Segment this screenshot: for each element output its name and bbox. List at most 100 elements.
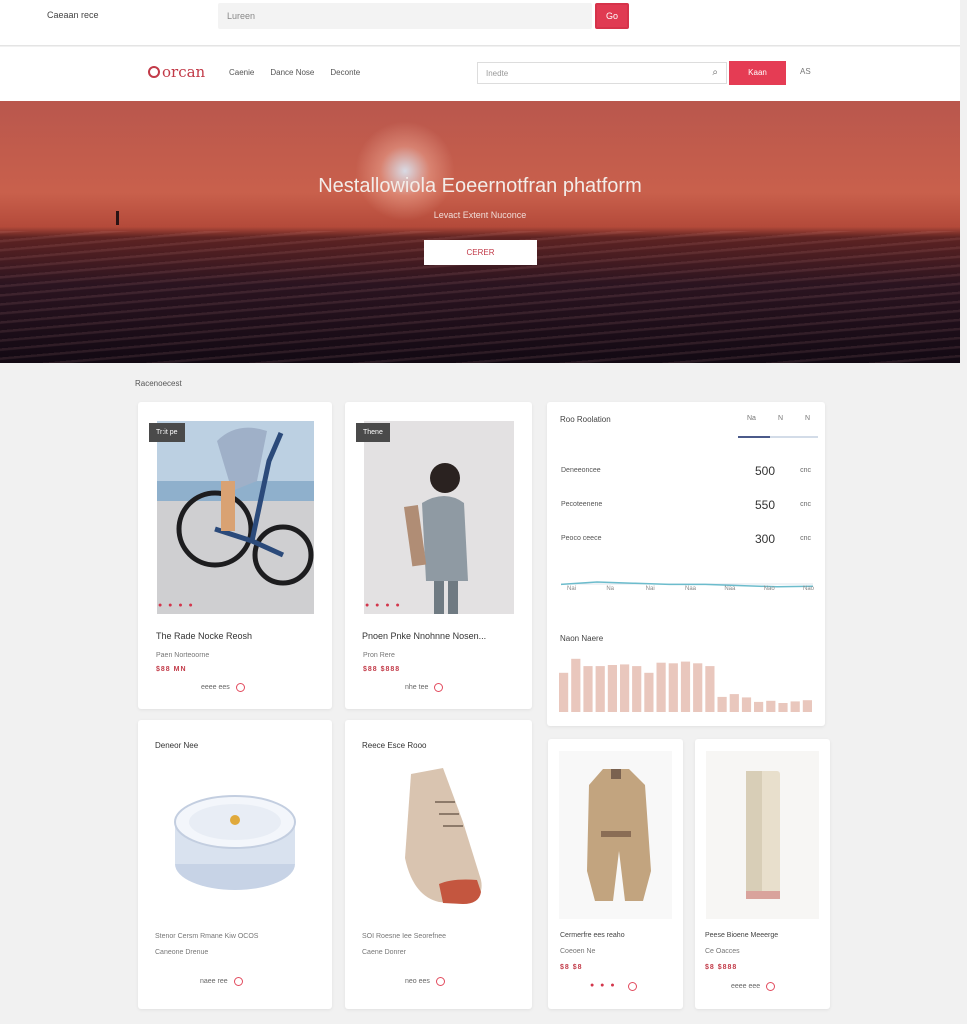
logo-text: orcan <box>162 63 206 81</box>
product-card[interactable]: Deneor Nee Stenor Cersm Rmane Kiw OCOS C… <box>138 720 332 1009</box>
product-action[interactable]: eeee eee <box>731 982 776 991</box>
product-card[interactable]: ✎ Cermerfre ees reaho Coeoen Ne $8 $8 ● … <box>548 739 683 1009</box>
stat-label: Deneeoncee <box>561 467 601 474</box>
nav-link[interactable]: Caenie <box>229 68 254 77</box>
nav-link[interactable]: Deconte <box>330 68 360 77</box>
product-action[interactable]: neo ees <box>405 977 445 986</box>
product-title[interactable]: Reece Esce Rooo <box>362 741 426 750</box>
site-label: Caeaan rece <box>47 10 99 20</box>
add-icon[interactable] <box>628 982 637 991</box>
product-badge: Tr:it pe <box>149 423 185 442</box>
product-image-shoe <box>405 768 482 904</box>
add-icon[interactable] <box>235 683 245 692</box>
bar <box>668 663 678 712</box>
bar <box>620 664 630 712</box>
stat-row: Pecoteenene 550 cnc <box>561 498 811 514</box>
rating-stars: ● ● ● ● <box>365 602 402 609</box>
stats-panel: Roo Roolation Na N N Deneeoncee 500 cnc … <box>547 402 825 726</box>
product-price: $8 $8 <box>560 964 583 971</box>
product-card[interactable]: Reece Esce Rooo SOI Roesne Iee Seorefnee… <box>345 720 532 1009</box>
product-price: $88 MN <box>156 666 187 673</box>
tick-label: Nai <box>645 586 655 592</box>
add-icon[interactable] <box>435 977 445 986</box>
language-selector[interactable]: AS <box>800 67 811 76</box>
product-image-pad <box>174 795 296 890</box>
product-price: $8 $888 <box>705 964 738 971</box>
rating-stars: ● ● ● <box>590 982 617 989</box>
product-card[interactable]: Thene ● ● ● ● Pnoen Pnke Nnohnne Nosen..… <box>345 402 532 709</box>
product-title[interactable]: Peese Bioene Meeerge <box>705 932 778 939</box>
stat-row: Deneeoncee 500 cnc <box>561 464 811 480</box>
hero-button[interactable]: CERER <box>424 240 537 265</box>
bar <box>705 666 715 712</box>
hero-sun <box>355 121 455 221</box>
bar <box>680 661 691 712</box>
logo-mark-icon <box>148 66 160 78</box>
stat-value: 550 <box>754 498 775 512</box>
product-image-bottle <box>706 751 819 919</box>
stat-value: 500 <box>754 464 775 478</box>
stat-value: 300 <box>754 532 775 546</box>
search-input[interactable]: Inedte ⌕ <box>477 62 727 84</box>
nav-link[interactable]: Dance Nose <box>270 68 314 77</box>
section-label: Racenoecest <box>135 379 182 388</box>
stats-tab[interactable]: N <box>778 415 783 422</box>
stats-tabs: Na N N <box>747 415 810 422</box>
tab-underline <box>738 436 818 438</box>
address-bar[interactable]: Lureen <box>218 3 592 29</box>
stat-label: Pecoteenene <box>561 501 603 508</box>
product-card[interactable]: ✎ Peese Bioene Meeerge Ce Oacces $8 $888… <box>695 739 830 1009</box>
product-title[interactable]: Cermerfre ees reaho <box>560 932 625 939</box>
product-title[interactable]: Pnoen Pnke Nnohnne Nosen... <box>362 631 486 641</box>
bar <box>559 672 569 712</box>
product-action[interactable]: eeee ees <box>201 683 245 692</box>
search-icon[interactable]: ⌕ <box>712 67 718 78</box>
bar <box>595 666 605 712</box>
product-card[interactable]: Tr:it pe ● ● ● ● The Rade Nocke Reosh Pa… <box>138 402 332 709</box>
nav-cta-button[interactable]: Kaan <box>729 61 786 85</box>
bar <box>644 672 654 712</box>
bar <box>571 658 581 712</box>
add-icon[interactable] <box>766 982 776 991</box>
go-button[interactable]: Go <box>595 3 629 29</box>
bar <box>656 662 666 712</box>
product-subtitle: Paen Norteoorne <box>156 652 210 659</box>
stat-label: Peoco ceece <box>561 535 602 542</box>
action-label: naee ree <box>200 978 228 985</box>
stats-tab[interactable]: Na <box>747 415 756 422</box>
add-icon[interactable] <box>233 977 243 986</box>
bars-title: Naon Naere <box>560 634 604 643</box>
logo[interactable]: orcan <box>148 63 205 81</box>
hero-banner: Nestallowiola Eoeernotfran phatform Leva… <box>0 101 960 363</box>
product-action[interactable]: naee ree <box>200 977 243 986</box>
product-badge: Thene <box>356 423 390 442</box>
hero-subtitle: Levact Extent Nuconce <box>433 210 527 220</box>
stats-tab[interactable]: N <box>805 415 810 422</box>
tick-label: Na <box>606 586 614 592</box>
tick-label: Naa <box>685 586 697 592</box>
product-image-apparel <box>364 421 514 614</box>
product-action[interactable]: nhe tee <box>405 683 444 692</box>
product-price: $88 $888 <box>363 666 401 673</box>
bar <box>741 697 752 712</box>
bar <box>766 700 776 712</box>
bar <box>729 694 739 712</box>
product-detail: Caene Donrer <box>362 949 406 956</box>
product-subtitle: SOI Roesne Iee Seorefnee <box>362 933 447 940</box>
trend-ticks: Nai Na Nai Naa Naa Nao Nao <box>561 586 815 598</box>
action-label: eeee eee <box>731 983 761 990</box>
product-title[interactable]: Deneor Nee <box>155 741 198 750</box>
tick-label: Nao <box>803 586 815 592</box>
bar <box>632 666 642 712</box>
product-image-coat <box>559 751 672 919</box>
product-image-bicycle <box>157 421 314 614</box>
product-title[interactable]: The Rade Nocke Reosh <box>156 631 252 641</box>
main-nav: orcan Caenie Dance Nose Deconte Inedte ⌕… <box>0 47 960 101</box>
action-label: nhe tee <box>405 684 429 691</box>
bar <box>693 663 703 712</box>
search-placeholder: Inedte <box>486 69 509 78</box>
stat-row: Peoco ceece 300 cnc <box>561 532 811 548</box>
add-icon[interactable] <box>434 683 444 692</box>
stat-unit: cnc <box>800 467 811 474</box>
bar <box>607 665 617 712</box>
